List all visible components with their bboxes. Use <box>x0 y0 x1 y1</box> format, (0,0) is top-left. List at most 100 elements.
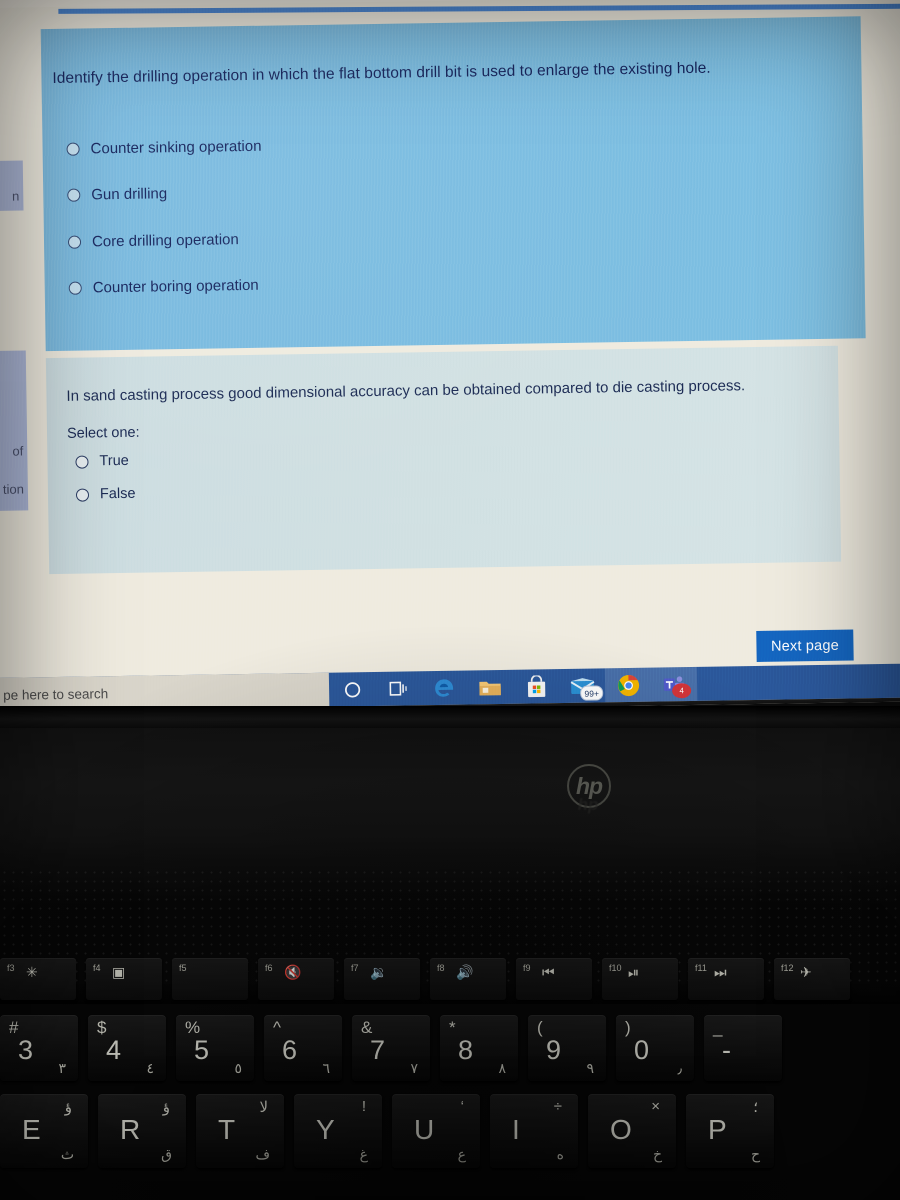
volume-up-icon: 🔊 <box>456 964 474 980</box>
sidebar-block-lower[interactable]: of tion <box>0 350 29 512</box>
key-f4[interactable]: f4 ▣ <box>86 958 162 1000</box>
key-arabic-label: ح <box>750 1146 760 1162</box>
answer-option-counter-sinking[interactable]: Counter sinking operation <box>66 137 262 158</box>
key-f10[interactable]: f10 ⏯ <box>602 958 678 1000</box>
key-fn-label: f7 <box>351 963 359 973</box>
key-main-label: 7 <box>370 1035 386 1065</box>
microsoft-store-icon[interactable] <box>513 669 560 704</box>
microsoft-teams-icon[interactable]: 4 <box>650 666 698 702</box>
next-track-icon: ⏭ <box>714 964 727 980</box>
question-card-1: Identify the drilling operation in which… <box>40 16 866 352</box>
radio-button[interactable] <box>67 188 81 202</box>
laptop-body: hp hp f3 ✳ f4 ▣ f5 f6 🔇 f7 🔉 f8 🔊 f9 ⏮ f… <box>0 706 900 1200</box>
key-fn-label: f6 <box>265 963 273 973</box>
key-arabic-label: ٧ <box>410 1060 418 1076</box>
key-e[interactable]: ؤ E ث <box>0 1094 88 1168</box>
key-3[interactable]: # 3 ٣ <box>0 1015 78 1081</box>
key-p[interactable]: ؛ P ح <box>686 1094 774 1168</box>
keyboard-function-row: f3 ✳ f4 ▣ f5 f6 🔇 f7 🔉 f8 🔊 f9 ⏮ f10 ⏯ f… <box>0 958 860 1000</box>
key-main-label: 6 <box>282 1035 298 1065</box>
key-main-label: O <box>610 1114 632 1145</box>
edge-glyph <box>435 679 454 697</box>
key-7[interactable]: & 7 ٧ <box>352 1015 430 1081</box>
question-text: Identify the drilling operation in which… <box>52 59 711 87</box>
brightness-icon: ✳ <box>26 964 38 980</box>
answer-option-false[interactable]: False <box>75 486 136 503</box>
key-8[interactable]: * 8 ٨ <box>440 1015 518 1081</box>
key-main-label: - <box>722 1035 731 1065</box>
key-main-label: E <box>22 1114 41 1145</box>
key-r[interactable]: ؤ R ق <box>98 1094 186 1168</box>
key-shift-label: ÷ <box>553 1098 562 1115</box>
key-shift-label: ( <box>537 1018 543 1037</box>
key-fn-label: f4 <box>93 963 101 973</box>
key-f7[interactable]: f7 🔉 <box>344 958 420 1000</box>
key-main-label: 3 <box>18 1035 34 1065</box>
key-arabic-label: ع <box>457 1146 466 1162</box>
laptop-screen: Academic Departments ▾ ETC ▾ CIMS ▾ n of <box>0 0 900 716</box>
key-f5[interactable]: f5 <box>172 958 248 1000</box>
google-chrome-icon[interactable] <box>604 667 652 703</box>
cortana-glyph <box>344 681 360 697</box>
radio-button[interactable] <box>75 454 89 469</box>
microsoft-edge-icon[interactable] <box>421 671 468 706</box>
radio-button[interactable] <box>66 142 80 156</box>
key-f3[interactable]: f3 ✳ <box>0 958 76 1000</box>
key-4[interactable]: $ 4 ٤ <box>88 1015 166 1081</box>
key-o[interactable]: × O خ <box>588 1094 676 1168</box>
key-f11[interactable]: f11 ⏭ <box>688 958 764 1000</box>
key-fn-label: f5 <box>179 963 187 973</box>
key-0[interactable]: ) 0 ٫ <box>616 1015 694 1081</box>
key-arabic-label: ٤ <box>146 1060 154 1076</box>
airplane-mode-icon: ✈ <box>800 964 812 980</box>
key-i[interactable]: ÷ I ه <box>490 1094 578 1168</box>
key-arabic-label: ٫ <box>677 1060 682 1076</box>
hp-logo-reflection: hp <box>577 795 599 814</box>
mail-icon[interactable]: 99+ <box>559 668 606 703</box>
key-y[interactable]: ! Y غ <box>294 1094 382 1168</box>
key-hyphen[interactable]: _ - <box>704 1015 782 1081</box>
answer-option-label: Counter sinking operation <box>90 137 262 158</box>
radio-button[interactable] <box>75 487 90 502</box>
keyboard-letter-row: ؤ E ث ؤ R ق لا T ف ! Y غ ‘ U ع ÷ I ه × O… <box>0 1094 784 1168</box>
key-5[interactable]: % 5 ٥ <box>176 1015 254 1081</box>
question-text: In sand casting process good dimensional… <box>66 377 746 405</box>
key-f12[interactable]: f12 ✈ <box>774 958 850 1000</box>
key-9[interactable]: ( 9 ٩ <box>528 1015 606 1081</box>
photo-of-laptop-screen: Academic Departments ▾ ETC ▾ CIMS ▾ n of <box>0 0 900 1200</box>
sidebar-block-upper[interactable]: n <box>0 160 24 212</box>
key-arabic-label: ق <box>161 1146 172 1162</box>
select-one-label: Select one: <box>66 424 140 442</box>
display-switch-icon: ▣ <box>112 964 126 980</box>
radio-button[interactable] <box>68 281 82 295</box>
key-f8[interactable]: f8 🔊 <box>430 958 506 1000</box>
key-arabic-label: ٨ <box>498 1060 506 1076</box>
key-f9[interactable]: f9 ⏮ <box>516 958 592 1000</box>
cortana-icon[interactable] <box>329 672 376 707</box>
previous-track-icon: ⏮ <box>542 964 555 980</box>
key-main-label: P <box>708 1114 727 1145</box>
question-card-2: In sand casting process good dimensional… <box>45 345 842 575</box>
laptop-hinge <box>0 706 900 728</box>
file-explorer-icon[interactable] <box>467 670 514 705</box>
sidebar-fragment-label: n <box>11 188 20 204</box>
key-shift-label: ) <box>625 1018 631 1037</box>
key-f6[interactable]: f6 🔇 <box>258 958 334 1000</box>
answer-option-gun-drilling[interactable]: Gun drilling <box>67 185 167 204</box>
key-arabic-label: ف <box>255 1146 270 1162</box>
next-page-button[interactable]: Next page <box>756 629 854 663</box>
key-main-label: 9 <box>546 1035 562 1065</box>
key-t[interactable]: لا T ف <box>196 1094 284 1168</box>
answer-option-core-drilling[interactable]: Core drilling operation <box>67 231 239 251</box>
task-view-icon[interactable] <box>375 671 422 706</box>
answer-option-counter-boring[interactable]: Counter boring operation <box>68 277 259 297</box>
key-u[interactable]: ‘ U ع <box>392 1094 480 1168</box>
key-6[interactable]: ^ 6 ٦ <box>264 1015 342 1081</box>
key-shift-label: × <box>651 1098 660 1115</box>
radio-button[interactable] <box>67 235 82 249</box>
key-arabic-label: ه <box>556 1146 564 1162</box>
play-pause-icon: ⏯ <box>628 964 640 980</box>
answer-option-true[interactable]: True <box>75 453 129 470</box>
key-shift-label: ؤ <box>64 1099 72 1116</box>
key-main-label: I <box>512 1114 520 1145</box>
